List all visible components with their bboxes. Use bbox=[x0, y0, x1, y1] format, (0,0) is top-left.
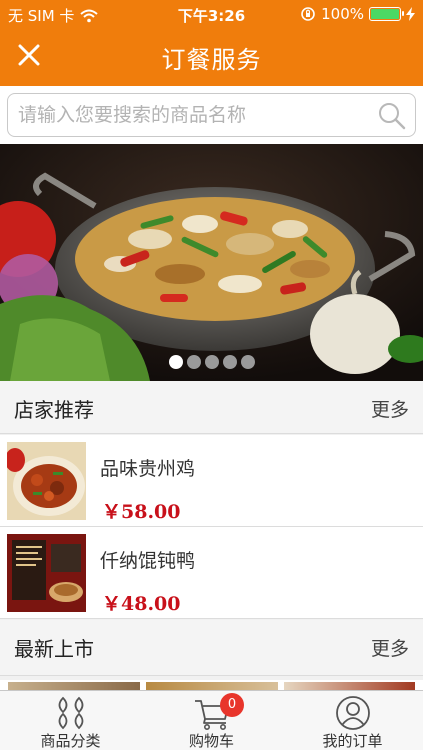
banner-carousel[interactable] bbox=[0, 144, 423, 381]
recommended-more-link[interactable]: 更多 bbox=[371, 395, 409, 422]
charging-icon bbox=[406, 7, 415, 21]
new-arrivals-more-link[interactable]: 更多 bbox=[371, 634, 409, 661]
product-name: 品味贵州鸡 bbox=[100, 458, 196, 480]
status-bar: 无 SIM 卡 下午3:26 100% bbox=[0, 0, 423, 28]
status-right: 100% bbox=[300, 5, 415, 23]
close-button[interactable] bbox=[12, 38, 46, 72]
nav-bar: 订餐服务 bbox=[0, 28, 423, 84]
carousel-dot[interactable] bbox=[222, 355, 237, 369]
tab-label: 我的订单 bbox=[322, 732, 383, 750]
tab-label: 购物车 bbox=[188, 732, 234, 750]
close-icon bbox=[18, 44, 40, 66]
product-item[interactable]: 品味贵州鸡 ￥58.00 bbox=[0, 435, 423, 527]
tab-label: 商品分类 bbox=[40, 732, 101, 750]
tab-orders[interactable]: 我的订单 bbox=[282, 691, 423, 750]
tab-bar: 商品分类 0 购物车 我的订单 bbox=[0, 690, 423, 750]
section-recommended-header: 店家推荐 更多 bbox=[0, 381, 423, 434]
tab-cart[interactable]: 0 购物车 bbox=[141, 691, 282, 750]
battery-level bbox=[371, 9, 399, 19]
rotation-lock-icon bbox=[301, 7, 315, 21]
section-title: 最新上市 bbox=[14, 637, 94, 661]
grid-icon bbox=[58, 696, 83, 730]
tab-categories[interactable]: 商品分类 bbox=[0, 691, 141, 750]
product-price: ￥58.00 bbox=[102, 501, 181, 523]
user-icon bbox=[335, 696, 370, 730]
search-box[interactable] bbox=[7, 93, 416, 137]
battery-percent: 100% bbox=[321, 5, 364, 23]
product-image bbox=[7, 534, 86, 612]
search-bar bbox=[0, 86, 423, 144]
carousel-dot[interactable] bbox=[204, 355, 219, 369]
carousel-dot[interactable] bbox=[168, 355, 183, 369]
section-new-header: 最新上市 更多 bbox=[0, 620, 423, 676]
page-title: 订餐服务 bbox=[161, 46, 262, 74]
product-item[interactable]: 仟纳馄钝鸭 ￥48.00 bbox=[0, 527, 423, 619]
product-name: 仟纳馄钝鸭 bbox=[100, 550, 196, 572]
search-icon[interactable] bbox=[377, 101, 407, 131]
carousel-dots bbox=[0, 355, 423, 369]
carousel-dot[interactable] bbox=[240, 355, 255, 369]
banner-image bbox=[0, 144, 423, 381]
product-price: ￥48.00 bbox=[102, 593, 181, 615]
battery-icon bbox=[369, 7, 404, 21]
product-image bbox=[7, 442, 86, 520]
carousel-dot[interactable] bbox=[186, 355, 201, 369]
cart-count-badge: 0 bbox=[220, 693, 244, 717]
search-input[interactable] bbox=[18, 100, 378, 130]
app-header: 无 SIM 卡 下午3:26 100% 订餐服务 bbox=[0, 0, 423, 86]
section-title: 店家推荐 bbox=[14, 398, 94, 422]
